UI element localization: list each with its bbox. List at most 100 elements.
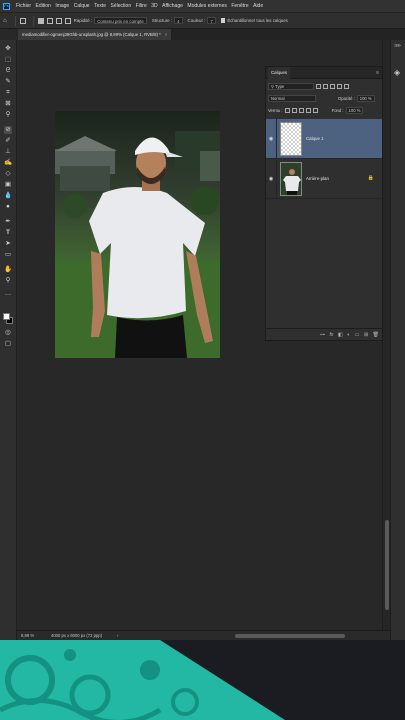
path-selection-tool-icon[interactable]: ➤ (4, 240, 12, 248)
filter-shape-icon[interactable] (337, 84, 342, 89)
history-brush-tool-icon[interactable]: ✍ (4, 159, 12, 167)
close-tab-icon[interactable]: × (165, 32, 168, 37)
mode-subtract-icon[interactable] (55, 17, 62, 24)
visibility-eye-icon[interactable]: ◉ (266, 176, 276, 182)
layers-panel: Calques ≡ ⚲ Type Normal Opacité : 100 % … (265, 66, 383, 341)
lock-all-icon[interactable] (312, 108, 318, 113)
menu-texte[interactable]: Texte (94, 3, 106, 9)
foreground-color-swatch[interactable] (3, 313, 10, 320)
link-layers-icon[interactable]: ⊶ (320, 332, 325, 338)
panel-menu-icon[interactable]: ≡ (376, 67, 379, 79)
menu-3d[interactable]: 3D (151, 3, 157, 9)
color-select[interactable]: 7 (207, 17, 216, 24)
structure-select[interactable]: 4 (174, 17, 183, 24)
vertical-scroll-thumb[interactable] (384, 520, 389, 610)
filter-type-icon[interactable] (330, 84, 335, 89)
mode-new-icon[interactable] (37, 17, 44, 24)
delete-layer-icon[interactable]: 🗑 (373, 332, 379, 338)
photoshop-logo-icon: Ps (3, 2, 10, 10)
zoom-level[interactable]: 8,99 % (21, 631, 34, 640)
menu-aide[interactable]: Aide (253, 3, 263, 9)
horizontal-scroll-thumb[interactable] (235, 634, 345, 638)
lock-artboard-icon[interactable] (305, 108, 311, 113)
zoom-tool-icon[interactable]: ⚲ (4, 277, 12, 285)
eyedropper-tool-icon[interactable]: ⚲ (4, 111, 12, 119)
lasso-tool-icon[interactable]: ᘓ (4, 67, 12, 75)
screen-mode-icon[interactable]: ▢ (4, 340, 12, 348)
type-tool-icon[interactable]: T (4, 229, 12, 237)
lock-pixels-icon[interactable] (291, 108, 297, 113)
blur-tool-icon[interactable]: 💧 (4, 192, 12, 200)
blend-mode-select[interactable]: Normal (268, 95, 316, 102)
status-arrow-icon[interactable]: › (117, 631, 118, 640)
fill-label: Fond : (331, 108, 344, 113)
brush-tool-icon[interactable]: ✐ (4, 137, 12, 145)
new-group-icon[interactable]: ▭ (355, 332, 360, 338)
gradient-tool-icon[interactable]: ▣ (4, 181, 12, 189)
document-tabs: mediamodifier-ogmenj39Ghb-unsplash.jpg @… (17, 29, 405, 40)
document-info[interactable]: 4000 px x 6000 px (72 ppp) (51, 631, 102, 640)
move-tool-icon[interactable]: ✥ (4, 45, 12, 53)
crop-tool-icon[interactable]: ⌗ (4, 89, 12, 97)
filter-smart-icon[interactable] (344, 84, 349, 89)
mode-intersect-icon[interactable] (64, 17, 71, 24)
filter-adjustment-icon[interactable] (323, 84, 328, 89)
rectangle-tool-icon[interactable]: ▭ (4, 251, 12, 259)
lock-transparency-icon[interactable] (284, 108, 290, 113)
visibility-eye-icon[interactable]: ◉ (266, 136, 276, 142)
menu-selection[interactable]: Sélection (111, 3, 132, 9)
clone-stamp-tool-icon[interactable]: ⊥ (4, 148, 12, 156)
document-image[interactable] (55, 111, 220, 358)
lock-position-icon[interactable] (298, 108, 304, 113)
layers-panel-icon[interactable]: ◈ (394, 68, 403, 77)
layer-name[interactable]: Calque 1 (306, 136, 324, 141)
add-mask-icon[interactable]: ◧ (338, 332, 343, 338)
menu-calque[interactable]: Calque (74, 3, 90, 9)
layer-thumbnail[interactable] (280, 121, 302, 156)
fill-field[interactable]: 100 % (345, 107, 364, 114)
layer-style-icon[interactable]: fx (330, 332, 334, 338)
new-layer-icon[interactable]: ⊞ (364, 332, 368, 338)
layer-row-calque-1[interactable]: ◉ Calque 1 (266, 118, 382, 159)
layer-row-arriere-plan[interactable]: ◉ Arrière-plan 🔒 (266, 158, 382, 199)
layer-filter-label: Type (275, 84, 285, 89)
filter-pixel-icon[interactable] (316, 84, 321, 89)
divider (32, 15, 34, 26)
sample-all-layers-checkbox[interactable] (220, 18, 226, 23)
more-tools-icon[interactable]: … (4, 290, 12, 298)
menu-image[interactable]: Image (55, 3, 69, 9)
healing-brush-tool-icon[interactable]: ⊘ (4, 126, 12, 134)
frame-tool-icon[interactable]: ⊠ (4, 100, 12, 108)
quick-selection-tool-icon[interactable]: ✎ (4, 78, 12, 86)
layer-filter-select[interactable]: ⚲ Type (268, 83, 314, 90)
menu-filtre[interactable]: Filtre (136, 3, 147, 9)
hand-tool-icon[interactable]: ✋ (4, 266, 12, 274)
menu-fenetre[interactable]: Fenêtre (231, 3, 248, 9)
opacity-field[interactable]: 100 % (356, 95, 375, 102)
menu-fichier[interactable]: Fichier (16, 3, 31, 9)
marquee-tool-icon[interactable]: ⬚ (4, 56, 12, 64)
panel-options-icon[interactable]: ⋙ (394, 43, 401, 49)
eraser-tool-icon[interactable]: ◇ (4, 170, 12, 178)
dodge-tool-icon[interactable]: ● (4, 203, 12, 211)
structure-label: Structure : (151, 18, 173, 23)
layers-panel-header: Calques ≡ (266, 67, 382, 79)
photo-content (55, 111, 220, 358)
menu-modules-externes[interactable]: Modules externes (187, 3, 226, 9)
document-tab[interactable]: mediamodifier-ogmenj39Ghb-unsplash.jpg @… (18, 29, 172, 40)
layer-name[interactable]: Arrière-plan (306, 176, 329, 181)
menu-affichage[interactable]: Affichage (162, 3, 183, 9)
tab-calques[interactable]: Calques (268, 67, 291, 79)
vertical-scrollbar[interactable] (382, 40, 390, 630)
brush-preset-icon[interactable] (19, 17, 26, 24)
quick-mask-icon[interactable]: ◎ (4, 329, 12, 337)
mode-add-icon[interactable] (46, 17, 53, 24)
pen-tool-icon[interactable]: ✒ (4, 218, 12, 226)
lock-icon[interactable]: 🔒 (368, 175, 374, 181)
color-label: Couleur : (187, 18, 206, 23)
menu-edition[interactable]: Edition (36, 3, 51, 9)
sample-select[interactable]: Contenu pris en compte (94, 17, 147, 24)
layer-thumbnail[interactable] (280, 161, 302, 196)
adjustment-layer-icon[interactable]: ◐ (347, 332, 350, 338)
home-icon[interactable]: ⌂ (3, 18, 7, 24)
